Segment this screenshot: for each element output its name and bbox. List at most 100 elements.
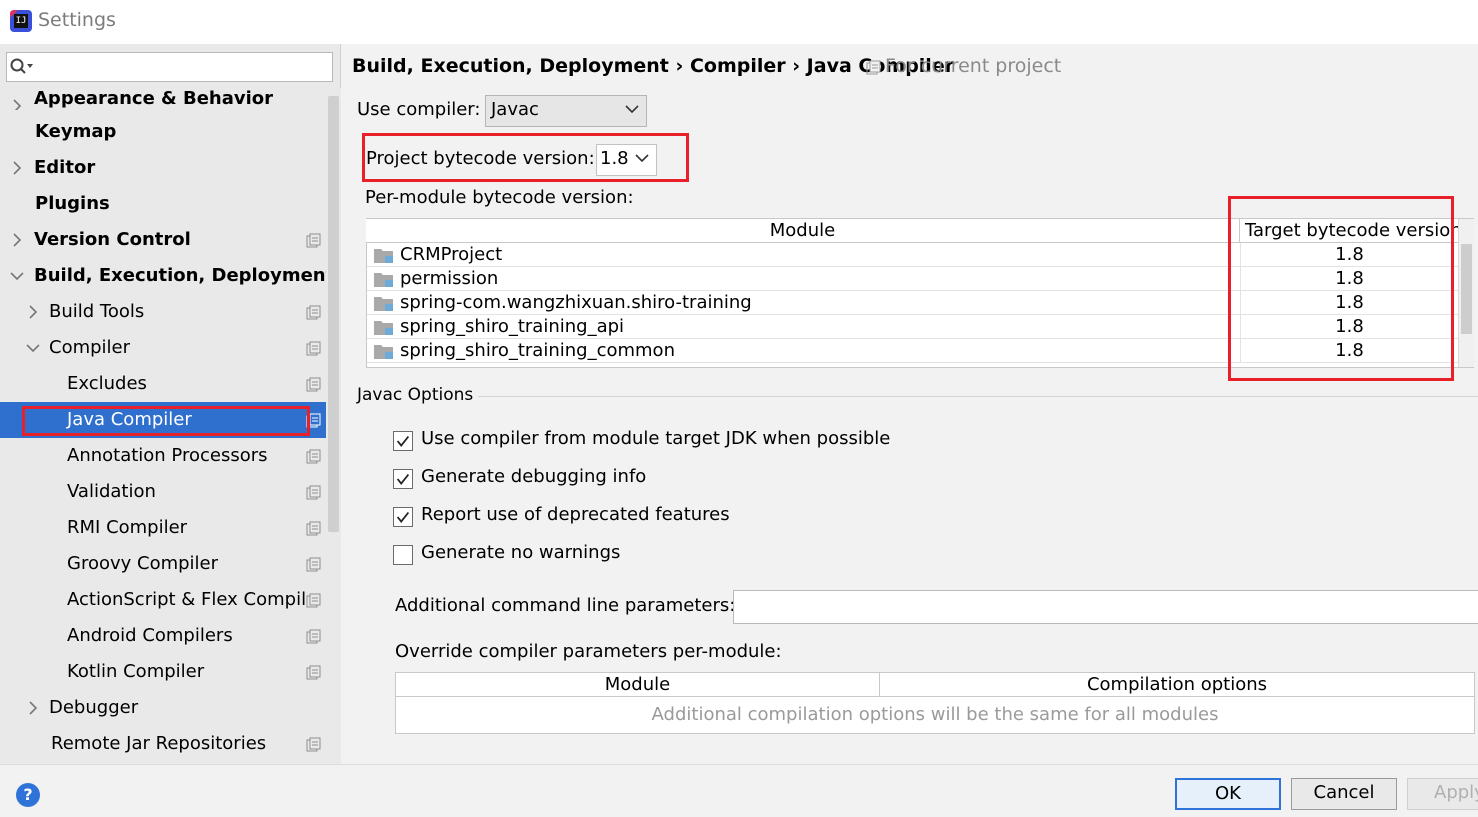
project-scope-icon bbox=[306, 305, 321, 320]
sidebar-item[interactable]: Remote Jar Repositories bbox=[0, 726, 326, 762]
override-table-empty-text: Additional compilation options will be t… bbox=[651, 704, 1219, 725]
module-name: permission bbox=[400, 268, 499, 289]
sidebar-item[interactable]: Editor bbox=[0, 150, 326, 186]
use-compiler-label: Use compiler: bbox=[357, 99, 481, 120]
sidebar-item[interactable]: Keymap bbox=[0, 114, 326, 150]
sidebar-item[interactable]: Validation bbox=[0, 474, 326, 510]
chevron-right-icon[interactable] bbox=[26, 690, 40, 726]
sidebar-item-label: Plugins bbox=[35, 193, 110, 214]
module-folder-icon bbox=[374, 321, 393, 335]
sidebar-item-label: Build, Execution, Deployment bbox=[34, 265, 335, 286]
sidebar-item[interactable]: Appearance & Behavior bbox=[0, 88, 326, 110]
module-folder-icon bbox=[374, 345, 393, 359]
window-title: Settings bbox=[38, 9, 116, 31]
sidebar-item-label: Validation bbox=[67, 481, 156, 502]
breadcrumb-scope-note: For current project bbox=[885, 55, 1062, 77]
sidebar-item[interactable]: Debugger bbox=[0, 690, 326, 726]
checkbox-checked[interactable] bbox=[393, 507, 413, 527]
sidebar-item[interactable]: Version Control bbox=[0, 222, 326, 258]
sidebar-scrollbar-thumb[interactable] bbox=[328, 96, 339, 532]
checkbox-label: Report use of deprecated features bbox=[421, 504, 730, 525]
chevron-right-icon[interactable] bbox=[10, 222, 24, 258]
help-button[interactable]: ? bbox=[16, 783, 40, 807]
project-scope-icon bbox=[306, 521, 321, 536]
sidebar-item-label: Kotlin Compiler bbox=[67, 661, 205, 682]
project-scope-icon bbox=[306, 737, 321, 752]
bytecode-highlight-annotation bbox=[362, 133, 689, 182]
chevron-down-icon[interactable] bbox=[26, 330, 40, 366]
checkbox-label: Use compiler from module target JDK when… bbox=[421, 428, 891, 449]
java-compiler-highlight-annotation bbox=[22, 406, 310, 436]
sidebar-item-label: Appearance & Behavior bbox=[34, 88, 274, 109]
sidebar-item-label: Debugger bbox=[49, 697, 139, 718]
module-folder-icon bbox=[374, 273, 393, 287]
additional-params-input[interactable] bbox=[733, 590, 1478, 624]
checkbox-checked[interactable] bbox=[393, 469, 413, 489]
sidebar-item-label: Remote Jar Repositories bbox=[51, 733, 267, 754]
chevron-right-icon[interactable] bbox=[10, 150, 24, 186]
override-options-column-header[interactable]: Compilation options bbox=[880, 673, 1474, 697]
sidebar-item-label: Annotation Processors bbox=[67, 445, 268, 466]
title-bar bbox=[0, 0, 1478, 44]
sidebar-item-label: Editor bbox=[34, 157, 96, 178]
project-scope-icon bbox=[306, 341, 321, 356]
override-module-column-header[interactable]: Module bbox=[396, 673, 880, 697]
sidebar-item[interactable]: Build Tools bbox=[0, 294, 326, 330]
sidebar-item[interactable]: Kotlin Compiler bbox=[0, 654, 326, 690]
cancel-button[interactable]: Cancel bbox=[1291, 778, 1397, 810]
search-icon[interactable] bbox=[9, 57, 35, 77]
sidebar-item-label: Keymap bbox=[35, 121, 117, 142]
sidebar-item[interactable]: ActionScript & Flex Compil bbox=[0, 582, 326, 618]
breadcrumb: Build, Execution, Deployment › Compiler … bbox=[352, 55, 955, 77]
sidebar-item-label: Android Compilers bbox=[67, 625, 233, 646]
chevron-right-icon[interactable] bbox=[26, 294, 40, 330]
sidebar-item[interactable]: Android Compilers bbox=[0, 618, 326, 654]
checkbox-label: Generate debugging info bbox=[421, 466, 647, 487]
module-name: spring_shiro_training_common bbox=[400, 340, 675, 361]
project-scope-icon bbox=[306, 233, 321, 248]
sidebar-item-label: Version Control bbox=[34, 229, 191, 250]
module-name: CRMProject bbox=[400, 244, 503, 265]
use-compiler-value: Javac bbox=[491, 99, 539, 120]
checkbox-unchecked[interactable] bbox=[393, 545, 413, 565]
sidebar-item[interactable]: Groovy Compiler bbox=[0, 546, 326, 582]
sidebar-item-label: ActionScript & Flex Compil bbox=[67, 589, 307, 610]
sidebar-item-label: Build Tools bbox=[49, 301, 145, 322]
sidebar-item[interactable]: RMI Compiler bbox=[0, 510, 326, 546]
sidebar-item-label: RMI Compiler bbox=[67, 517, 188, 538]
project-scope-icon bbox=[306, 449, 321, 464]
sidebar-item[interactable]: Annotation Processors bbox=[0, 438, 326, 474]
apply-button[interactable]: Apply bbox=[1407, 778, 1478, 810]
project-scope-icon bbox=[306, 629, 321, 644]
additional-params-label: Additional command line parameters: bbox=[395, 595, 736, 616]
chevron-right-icon[interactable] bbox=[10, 88, 24, 110]
module-folder-icon bbox=[374, 249, 393, 263]
project-scope-icon bbox=[306, 665, 321, 680]
settings-search-input[interactable] bbox=[6, 52, 333, 82]
section-divider bbox=[478, 396, 1478, 397]
chevron-down-icon bbox=[625, 105, 639, 114]
sidebar-item[interactable]: Plugins bbox=[0, 186, 326, 222]
sidebar-item-label: Excludes bbox=[67, 373, 147, 394]
override-params-label: Override compiler parameters per-module: bbox=[395, 641, 782, 662]
target-version-highlight-annotation bbox=[1228, 196, 1454, 381]
checkbox-checked[interactable] bbox=[393, 431, 413, 451]
project-scope-icon bbox=[306, 485, 321, 500]
sidebar-item[interactable]: Compiler bbox=[0, 330, 326, 366]
project-scope-icon bbox=[306, 593, 321, 608]
sidebar-item-label: Groovy Compiler bbox=[67, 553, 219, 574]
sidebar-item[interactable]: Build, Execution, Deployment bbox=[0, 258, 334, 294]
module-name: spring_shiro_training_api bbox=[400, 316, 625, 337]
module-folder-icon bbox=[374, 297, 393, 311]
chevron-down-icon[interactable] bbox=[10, 258, 24, 294]
checkbox-label: Generate no warnings bbox=[421, 542, 621, 563]
sidebar-item-label: Compiler bbox=[49, 337, 131, 358]
project-scope-icon bbox=[306, 557, 321, 572]
module-table-scrollbar-thumb[interactable] bbox=[1461, 244, 1472, 334]
sidebar-item[interactable]: Excludes bbox=[0, 366, 326, 402]
per-module-label: Per-module bytecode version: bbox=[365, 187, 634, 208]
ok-button[interactable]: OK bbox=[1175, 778, 1281, 810]
project-scope-icon bbox=[306, 377, 321, 392]
module-column-header[interactable]: Module bbox=[366, 219, 1240, 243]
intellij-app-icon: IJ bbox=[10, 10, 32, 32]
